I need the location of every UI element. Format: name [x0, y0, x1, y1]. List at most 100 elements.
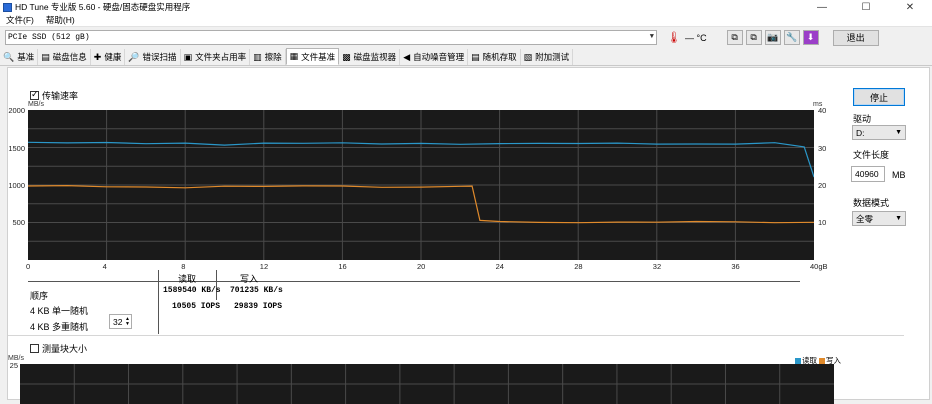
x-axis-tick: 24 [495, 262, 504, 271]
copy-info-button[interactable]: ⧉ [726, 30, 743, 45]
drive-dropdown[interactable]: D: ▼ [852, 125, 906, 140]
tab-disk-info[interactable]: ▤ 磁盘信息 [38, 49, 91, 65]
minimize-button[interactable]: — [800, 0, 844, 14]
menu-help[interactable]: 帮助(H) [40, 14, 81, 26]
results-divider [28, 281, 800, 282]
results-col-read: 读取 [178, 274, 197, 284]
tab-disk-monitor[interactable]: ▩ 磁盘监视器 [339, 49, 401, 65]
transfer-rate-checkbox[interactable] [30, 89, 39, 100]
y-left-tick: 1000 [8, 181, 25, 190]
y-right-tick: 30 [818, 144, 827, 153]
x-axis-tick: 16 [338, 262, 347, 271]
tab-folder-usage[interactable]: ▣ 文件夹占用率 [181, 49, 251, 65]
tab-label: 文件基准 [301, 51, 336, 62]
copy-icon: ⧉ [731, 32, 738, 42]
temperature-readout: — °C [684, 32, 707, 43]
tab-bar: 🔍 基准 ▤ 磁盘信息 ✚ 健康 🔎 错误扫描 ▣ 文件夹占用率 ▥ 擦除 ▦ 文件基准 ▩ 磁盘监视器 ◀ 自动… [0, 48, 932, 66]
queue-depth-stepper[interactable]: 32 ▲ ▼ [109, 314, 132, 329]
window-title: HD Tune 专业版 5.60 - 硬盘/固态硬盘实用程序 [15, 2, 191, 12]
tab-erase[interactable]: ▥ 擦除 [250, 49, 286, 65]
tab-label: 磁盘监视器 [353, 52, 397, 62]
x-axis-tick: 28 [574, 262, 583, 271]
x-axis-tick: 20 [417, 262, 426, 271]
folder-usage-icon: ▣ [183, 51, 193, 62]
y-right-tick: 10 [818, 218, 827, 227]
legend-read-swatch [795, 357, 801, 364]
drive-select[interactable]: PCIe SSD (512 gB) ▼ [5, 30, 657, 45]
disk-info-icon: ▤ [41, 51, 50, 62]
random-access-icon: ▤ [471, 51, 480, 62]
options-button[interactable]: 🔧 [783, 30, 800, 45]
download-icon: ⬇ [806, 32, 815, 42]
file-benchmark-panel: 传输速率 MB/s ms 2000 1500 1000 500 40 30 20… [7, 67, 930, 404]
tab-label: 文件夹占用率 [195, 52, 247, 62]
y-left-tick: 500 [12, 218, 25, 227]
x-axis-tick: 4 [102, 262, 107, 271]
close-button[interactable]: ✕ [888, 0, 932, 14]
tab-extra-tests[interactable]: ▧ 附加测试 [521, 49, 574, 65]
section-separator [8, 335, 904, 336]
screenshot-button[interactable]: 📷 [764, 30, 781, 45]
results-row-label: 4 KB 多重随机 [30, 322, 89, 332]
tab-aam[interactable]: ◀ 自动噪音管理 [400, 49, 469, 65]
aam-icon: ◀ [403, 51, 411, 62]
x-axis-tick: 8 [181, 262, 186, 271]
file-length-label: 文件长度 [853, 150, 890, 160]
app-icon [3, 2, 12, 12]
file-length-unit: MB [892, 170, 906, 180]
save-button[interactable]: ⬇ [802, 30, 819, 45]
tab-label: 磁盘信息 [52, 52, 87, 62]
data-mode-label: 数据模式 [853, 198, 890, 208]
x-axis-tick: 12 [259, 262, 269, 271]
stop-button[interactable]: 停止 [853, 88, 905, 106]
tab-label: 附加测试 [535, 52, 570, 62]
block-size-checkbox[interactable] [30, 344, 39, 353]
tab-error-scan[interactable]: 🔎 错误扫描 [125, 49, 181, 65]
file-length-input[interactable]: 40960 [851, 166, 885, 182]
y-left-tick: 2000 [8, 106, 25, 115]
tab-label: 擦除 [264, 52, 282, 62]
drive-dropdown-value: D: [856, 127, 865, 138]
legend-write-swatch [819, 357, 825, 364]
error-scan-icon: 🔎 [128, 51, 140, 62]
chevron-down-icon: ▼ [895, 129, 902, 136]
stepper-arrows-icon[interactable]: ▲ ▼ [124, 316, 131, 327]
tab-file-benchmark[interactable]: ▦ 文件基准 [285, 48, 340, 65]
disk-monitor-icon: ▩ [342, 51, 351, 62]
camera-icon: 📷 [766, 32, 779, 42]
file-benchmark-icon: ▦ [289, 51, 299, 61]
transfer-rate-chart [28, 110, 814, 260]
wrench-icon: 🔧 [785, 32, 798, 42]
x-axis-tick: 40gB [810, 262, 828, 271]
data-mode-dropdown[interactable]: 全零 ▼ [852, 211, 906, 226]
tab-label: 健康 [104, 52, 122, 62]
block-size-toggle[interactable]: 测量块大小 [30, 342, 87, 355]
benchmark-icon: 🔍 [3, 51, 15, 62]
tab-label: 基准 [17, 52, 35, 62]
tab-random-access[interactable]: ▤ 随机存取 [468, 49, 521, 65]
tab-health[interactable]: ✚ 健康 [91, 49, 126, 65]
tab-benchmark[interactable]: 🔍 基准 [0, 49, 39, 65]
menu-file[interactable]: 文件(F) [0, 14, 40, 26]
chevron-down-icon: ▼ [895, 215, 902, 222]
erase-icon: ▥ [253, 51, 262, 62]
exit-button[interactable]: 退出 [832, 29, 879, 46]
copy-all-button[interactable]: ⧉ [745, 30, 762, 45]
results-write-value: 701235 KB/s [230, 286, 283, 295]
maximize-button[interactable]: ☐ [844, 0, 888, 14]
results-row-label: 顺序 [30, 291, 49, 301]
data-mode-value: 全零 [856, 213, 874, 224]
y-left-tick: 1500 [8, 144, 25, 153]
x-axis-tick: 36 [731, 262, 740, 271]
results-divider [216, 270, 217, 300]
y-right-tick: 40 [818, 106, 827, 115]
results-write-value: 29839 IOPS [234, 302, 283, 311]
drive-toolbar: PCIe SSD (512 gB) ▼ 🌡 — °C ⧉ ⧉ 📷 🔧 ⬇ 退出 [0, 27, 932, 48]
drive-label: 驱动 [853, 114, 872, 124]
tab-label: 自动噪音管理 [413, 52, 465, 62]
transfer-rate-label: 传输速率 [42, 91, 79, 101]
extra-tests-icon: ▧ [523, 51, 533, 62]
drive-select-value: PCIe SSD (512 gB) [8, 33, 90, 42]
y-right-tick: 20 [818, 181, 827, 190]
health-icon: ✚ [93, 51, 102, 62]
